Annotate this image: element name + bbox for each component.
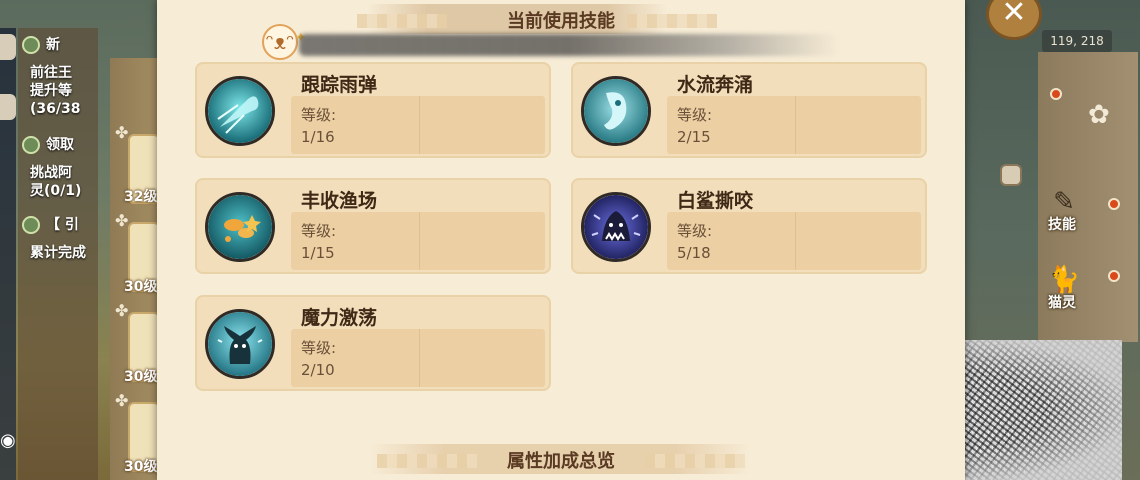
level-label: 等级: — [301, 339, 337, 357]
skill-button-label: 技能 — [1048, 217, 1076, 233]
divider — [419, 96, 420, 154]
quest-item[interactable]: 累计完成 — [30, 244, 86, 262]
notification-dot — [1050, 88, 1062, 100]
skill-card[interactable]: 魔力激荡 等级: 2/10 — [195, 295, 551, 391]
skill-name: 白鲨撕咬 — [677, 190, 754, 212]
level-label: 等级: — [677, 106, 713, 124]
divider — [419, 212, 420, 270]
close-icon: ✕ — [1001, 0, 1027, 30]
skill-name: 魔力激荡 — [301, 307, 378, 329]
level-card-label: 30级 — [124, 459, 158, 475]
quest-item[interactable]: 前往王 提升等 (36/38 — [30, 64, 80, 118]
skill-name: 跟踪雨弹 — [301, 74, 378, 96]
skill-card[interactable]: 跟踪雨弹 等级: 1/16 — [195, 62, 551, 158]
divider — [795, 212, 796, 270]
level-label: 等级: — [301, 106, 337, 124]
camera-icon[interactable]: ◉ — [0, 430, 20, 452]
divider — [419, 329, 420, 387]
skill-card[interactable]: 白鲨撕咬 等级: 5/18 — [571, 178, 927, 274]
skill-level: 1/16 — [301, 128, 335, 146]
divider — [795, 96, 796, 154]
skill-card[interactable]: 水流奔涌 等级: 2/15 — [571, 62, 927, 158]
quest-item[interactable]: 领取 — [46, 136, 74, 154]
level-label: 等级: — [677, 222, 713, 240]
quest-item[interactable]: 【 引 — [46, 216, 79, 234]
attribute-overview-title: 属性加成总览 — [507, 451, 615, 472]
white-shark-bite-icon — [581, 192, 651, 262]
skill-level: 2/10 — [301, 361, 335, 379]
cat-spirit-button[interactable]: 🐈 猫灵 — [1042, 264, 1122, 311]
skill-level: 2/15 — [677, 128, 711, 146]
book-icon[interactable] — [1000, 164, 1022, 186]
collapse-quest-button[interactable] — [0, 34, 16, 60]
tracking-raindrop-icon — [205, 76, 275, 146]
skill-button[interactable]: ✎ 技能 — [1042, 186, 1122, 233]
skill-name: 水流奔涌 — [677, 74, 754, 96]
cat-spirit-button-label: 猫灵 — [1048, 295, 1076, 311]
level-card-label: 30级 — [124, 369, 158, 385]
level-card-label: 30级 — [124, 279, 158, 295]
magic-surge-icon — [205, 309, 275, 379]
flower-icon[interactable]: ✿ — [1088, 100, 1110, 130]
quest-icon — [22, 136, 40, 154]
redacted-bar — [299, 34, 839, 56]
level-card-label: 32级 — [124, 189, 158, 205]
quest-tab-button[interactable] — [0, 94, 16, 120]
skill-level: 1/15 — [301, 244, 335, 262]
skill-card[interactable]: 丰收渔场 等级: 1/15 — [195, 178, 551, 274]
water-surge-icon — [581, 76, 651, 146]
coordinates-readout: 119, 218 — [1042, 30, 1112, 52]
quest-icon — [22, 36, 40, 54]
skill-name: 丰收渔场 — [301, 190, 378, 212]
skills-panel: 当前使用技能 ᵔᴥᵔ ✦ 跟踪雨弹 等级: 1/16 水流奔涌 等级: 2/15 — [157, 0, 965, 480]
quest-item[interactable]: 挑战阿 灵(0/1) — [30, 164, 81, 200]
panel-title: 当前使用技能 — [507, 11, 615, 32]
harvest-fishery-icon — [205, 192, 275, 262]
level-label: 等级: — [301, 222, 337, 240]
quest-item[interactable]: 新 — [46, 36, 60, 54]
skill-level: 5/18 — [677, 244, 711, 262]
quest-icon — [22, 216, 40, 234]
cat-avatar-icon: ᵔᴥᵔ — [262, 24, 298, 60]
banner-pattern — [357, 14, 447, 28]
